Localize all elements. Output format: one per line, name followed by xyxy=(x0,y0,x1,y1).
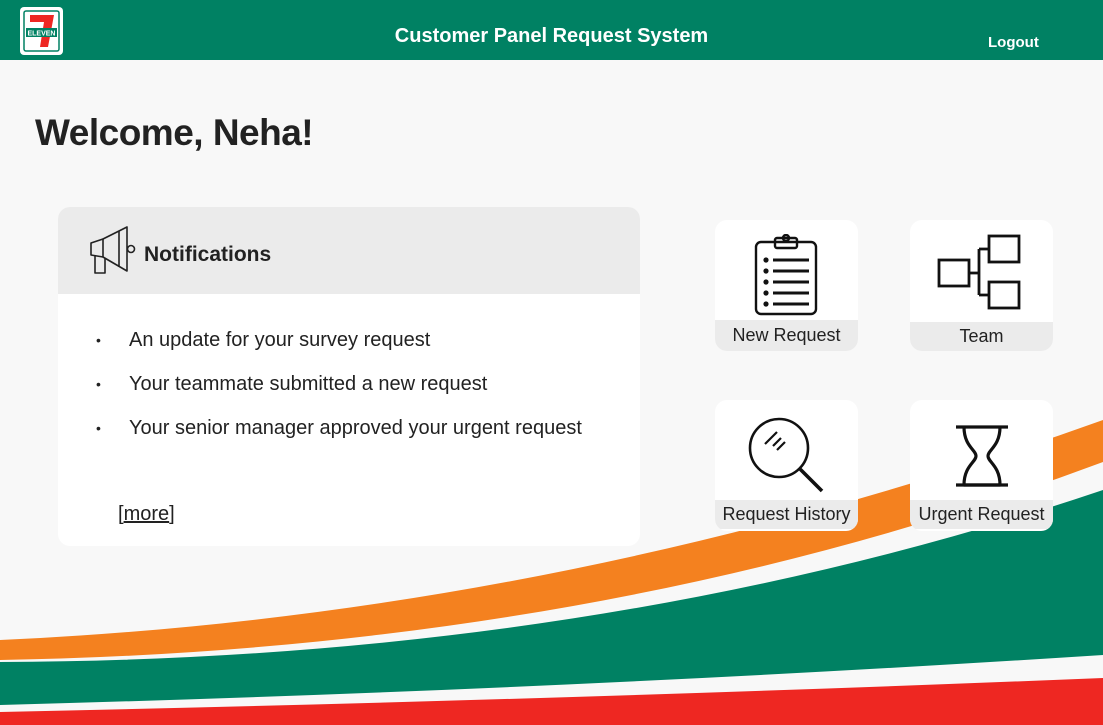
more-notifications: [more] xyxy=(118,503,175,526)
notification-text: Your senior manager approved your urgent… xyxy=(129,417,582,439)
team-label: Team xyxy=(910,322,1053,351)
megaphone-icon xyxy=(90,226,136,274)
list-bullet: • xyxy=(96,332,101,348)
request-history-tile[interactable]: Request History xyxy=(715,400,858,531)
new-request-tile[interactable]: New Request xyxy=(715,220,858,351)
notifications-title: Notifications xyxy=(144,243,272,266)
hourglass-icon xyxy=(956,425,1008,487)
list-bullet: • xyxy=(96,376,101,392)
logout-link[interactable]: Logout xyxy=(988,34,1039,51)
urgent-request-label: Urgent Request xyxy=(910,500,1053,529)
welcome-heading: Welcome, Neha! xyxy=(35,112,314,153)
notifications-list: • An update for your survey request • Yo… xyxy=(58,325,640,457)
notification-item[interactable]: • Your senior manager approved your urge… xyxy=(58,413,640,457)
org-chart-icon xyxy=(937,234,1021,310)
more-bracket-close: ] xyxy=(169,503,175,525)
more-link[interactable]: more xyxy=(124,503,170,525)
request-history-label: Request History xyxy=(715,500,858,529)
app-title: Customer Panel Request System xyxy=(394,25,709,47)
team-tile[interactable]: Team xyxy=(910,220,1053,351)
notifications-card: Notifications • An update for your surve… xyxy=(58,207,640,546)
notification-item[interactable]: • An update for your survey request xyxy=(58,325,640,369)
notification-item[interactable]: • Your teammate submitted a new request xyxy=(58,369,640,413)
top-bar: ELEVEN Customer Panel Request System Log… xyxy=(0,0,1103,60)
new-request-label: New Request xyxy=(715,320,858,351)
magnifier-icon xyxy=(748,417,824,493)
list-bullet: • xyxy=(96,420,101,436)
clipboard-list-icon xyxy=(754,234,818,316)
notification-text: An update for your survey request xyxy=(129,329,431,351)
urgent-request-tile[interactable]: Urgent Request xyxy=(910,400,1053,531)
notification-text: Your teammate submitted a new request xyxy=(129,373,488,395)
notifications-header: Notifications xyxy=(58,207,640,294)
